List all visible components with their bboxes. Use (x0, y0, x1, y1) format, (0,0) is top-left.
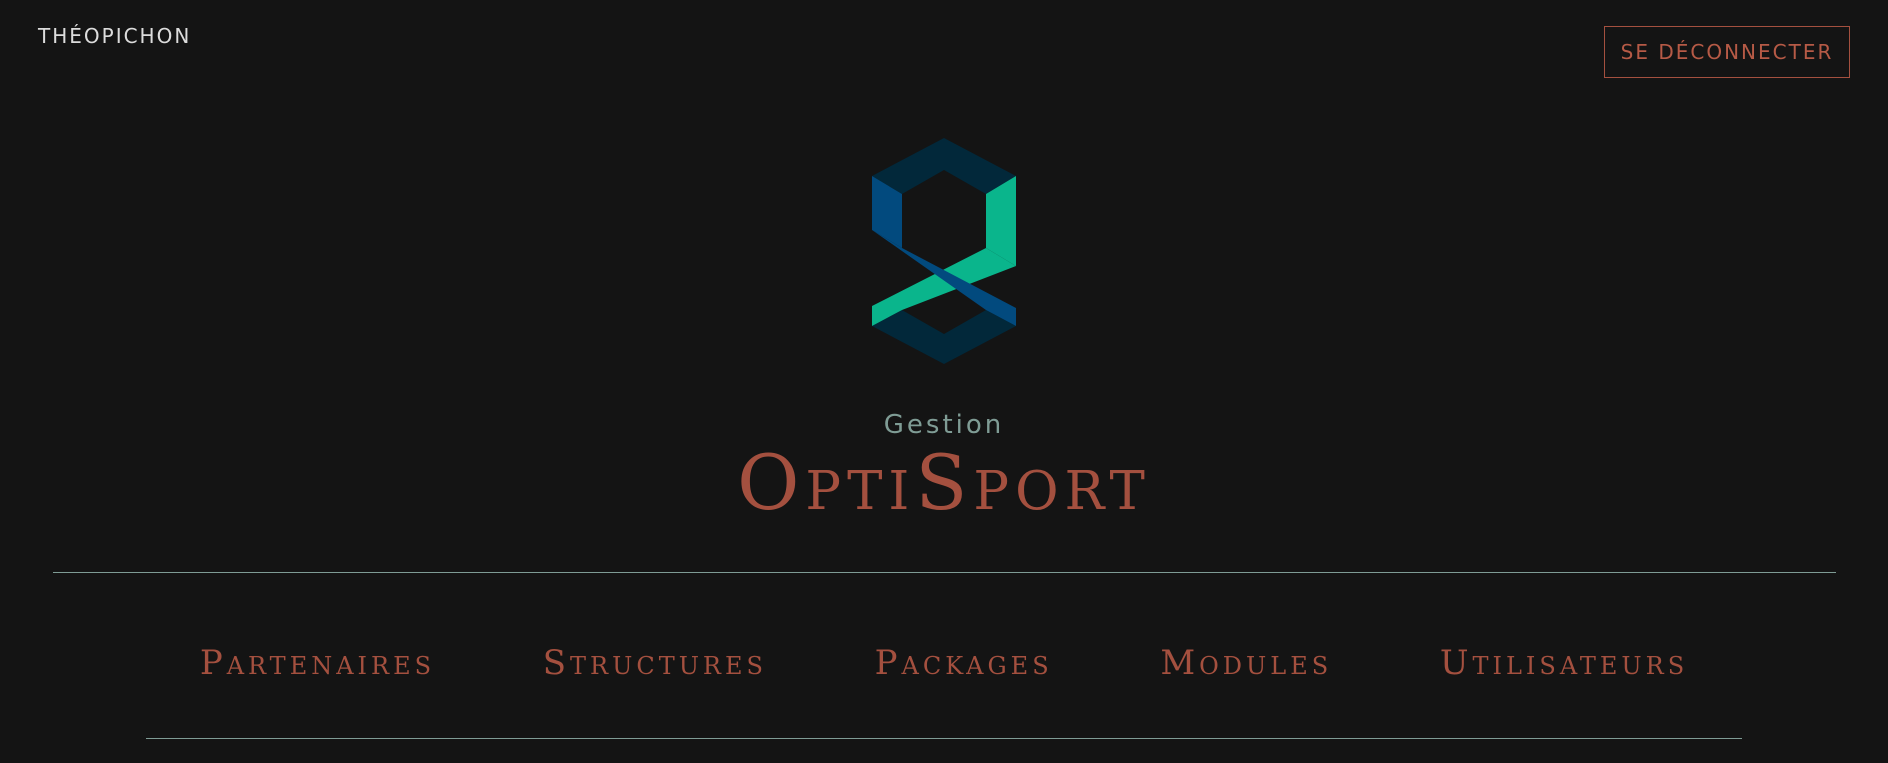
nav-divider (146, 738, 1742, 739)
nav-item-modules[interactable]: Modules (1160, 643, 1332, 683)
nav-item-structures[interactable]: Structures (543, 643, 767, 683)
brand-subtitle: Gestion (883, 410, 1005, 440)
logout-button[interactable]: SE DÉCONNECTER (1604, 26, 1850, 78)
nav-item-utilisateurs[interactable]: Utilisateurs (1440, 643, 1688, 683)
username-label: THÉOPICHON (38, 24, 192, 48)
nav-item-packages[interactable]: Packages (875, 643, 1053, 683)
main-nav: Partenaires Structures Packages Modules … (146, 640, 1742, 686)
optisport-ribbon-logo-icon (872, 138, 1016, 364)
header-divider (53, 572, 1836, 573)
nav-item-partenaires[interactable]: Partenaires (200, 643, 435, 683)
page: THÉOPICHON SE DÉCONNECTER Gestion OptiSp… (0, 0, 1888, 763)
brand-title: OptiSport (737, 438, 1151, 527)
